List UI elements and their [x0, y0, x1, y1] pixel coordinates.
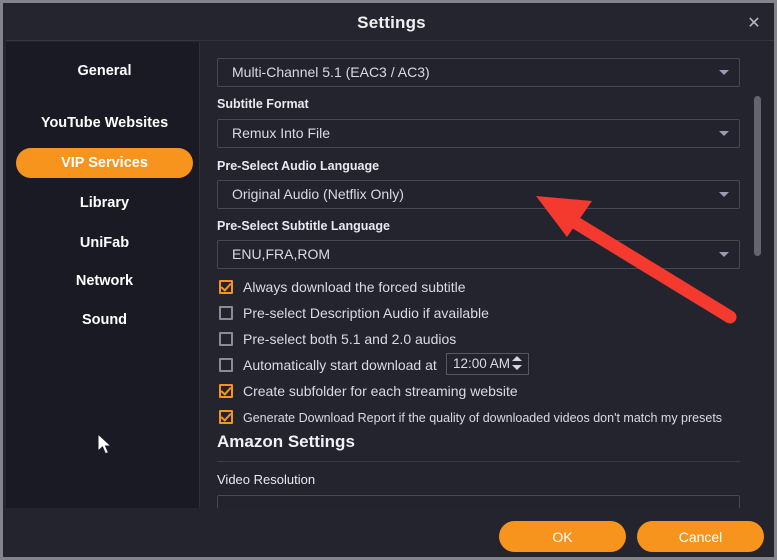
preselect-audio-language-value: Original Audio (Netflix Only) [232, 181, 404, 208]
preselect-subtitle-language-label: Pre-Select Subtitle Language [217, 219, 390, 233]
checkbox-forced-subtitle[interactable] [219, 280, 233, 294]
chevron-down-icon [719, 192, 729, 197]
checkbox-label-download-report: Generate Download Report if the quality … [243, 407, 722, 429]
audio-channel-dropdown[interactable]: Multi-Channel 5.1 (EAC3 / AC3) [217, 58, 740, 87]
chevron-down-icon [719, 131, 729, 136]
checkbox-label-create-subfolder: Create subfolder for each streaming webs… [243, 381, 518, 402]
section-divider [217, 461, 740, 462]
sidebar-item-vip-services[interactable]: VIP Services [16, 148, 193, 178]
close-icon[interactable]: ✕ [737, 10, 771, 37]
checkbox-create-subfolder[interactable] [219, 384, 233, 398]
checkbox-download-report[interactable] [219, 410, 233, 424]
checkbox-label-description-audio: Pre-select Description Audio if availabl… [243, 303, 489, 324]
checkbox-auto-start-download[interactable] [219, 358, 233, 372]
up-down-stepper-icon[interactable] [512, 356, 522, 372]
dialog-footer: OK Cancel [6, 508, 777, 560]
chevron-down-icon [719, 252, 729, 257]
checkbox-label-auto-start-download: Automatically start download at [243, 355, 437, 376]
settings-content-panel: Multi-Channel 5.1 (EAC3 / AC3) Subtitle … [201, 42, 777, 508]
ok-button[interactable]: OK [499, 521, 626, 552]
audio-channel-value: Multi-Channel 5.1 (EAC3 / AC3) [232, 59, 430, 86]
download-time-value: 12:00 AM [453, 354, 510, 374]
preselect-audio-language-dropdown[interactable]: Original Audio (Netflix Only) [217, 180, 740, 209]
cancel-button[interactable]: Cancel [637, 521, 764, 552]
video-resolution-dropdown[interactable] [217, 495, 740, 508]
checkbox-label-forced-subtitle: Always download the forced subtitle [243, 277, 466, 298]
window-title: Settings [6, 6, 777, 40]
subtitle-format-label: Subtitle Format [217, 97, 309, 111]
subtitle-format-value: Remux Into File [232, 120, 330, 147]
sidebar-item-sound[interactable]: Sound [16, 305, 193, 335]
preselect-audio-language-label: Pre-Select Audio Language [217, 159, 379, 173]
checkbox-label-both-audios: Pre-select both 5.1 and 2.0 audios [243, 329, 456, 350]
sidebar-item-library[interactable]: Library [16, 188, 193, 218]
subtitle-format-dropdown[interactable]: Remux Into File [217, 119, 740, 148]
sidebar-item-network[interactable]: Network [16, 266, 193, 296]
settings-window: Settings ✕ General YouTube Websites VIP … [0, 0, 777, 560]
checkbox-description-audio[interactable] [219, 306, 233, 320]
sidebar: General YouTube Websites VIP Services Li… [6, 42, 200, 508]
sidebar-item-unifab[interactable]: UniFab [16, 228, 193, 258]
preselect-subtitle-language-value: ENU,FRA,ROM [232, 241, 330, 268]
preselect-subtitle-language-dropdown[interactable]: ENU,FRA,ROM [217, 240, 740, 269]
video-resolution-label: Video Resolution [217, 472, 315, 487]
checkbox-both-audios[interactable] [219, 332, 233, 346]
sidebar-item-youtube-websites[interactable]: YouTube Websites [16, 108, 193, 138]
download-time-stepper[interactable]: 12:00 AM [446, 353, 529, 375]
sidebar-item-general[interactable]: General [16, 56, 193, 86]
chevron-down-icon [719, 70, 729, 75]
title-bar: Settings ✕ [6, 6, 777, 41]
amazon-settings-heading: Amazon Settings [217, 432, 355, 452]
content-scrollbar-thumb[interactable] [754, 96, 761, 256]
